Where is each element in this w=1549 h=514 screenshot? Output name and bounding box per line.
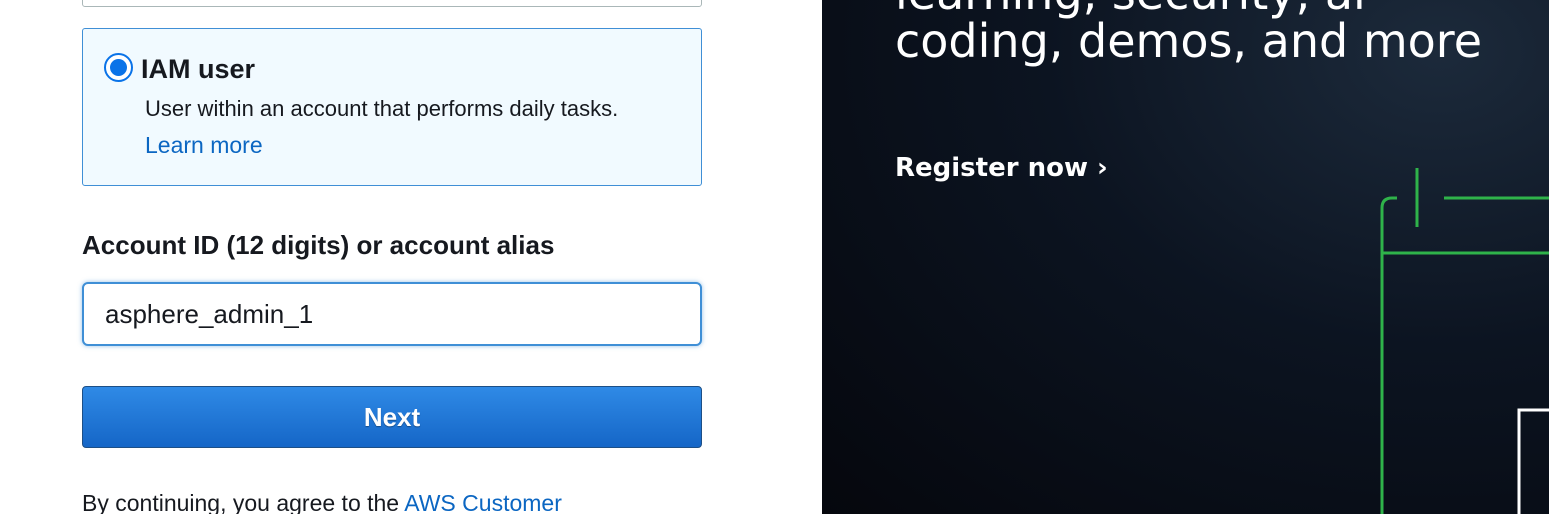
signin-page: IAM user User within an account that per… bbox=[0, 0, 1549, 514]
iam-user-title: IAM user bbox=[141, 54, 256, 84]
terms-prefix: By continuing, you agree to the bbox=[82, 490, 405, 514]
terms-text: By continuing, you agree to the AWS Cust… bbox=[82, 490, 562, 514]
iam-user-description: User within an account that performs dai… bbox=[145, 96, 619, 121]
root-user-option-card[interactable] bbox=[82, 0, 702, 7]
promo-panel: learning, security, ai coding, demos, an… bbox=[822, 0, 1549, 514]
iam-user-radio[interactable] bbox=[104, 53, 133, 82]
radio-selected-dot bbox=[110, 59, 127, 76]
customer-agreement-link[interactable]: AWS Customer bbox=[404, 490, 562, 514]
account-id-label: Account ID (12 digits) or account alias bbox=[82, 230, 555, 260]
iam-user-option-card[interactable]: IAM user User within an account that per… bbox=[82, 28, 702, 186]
account-id-input[interactable] bbox=[82, 282, 702, 346]
learn-more-link[interactable]: Learn more bbox=[145, 132, 263, 159]
signin-form-panel: IAM user User within an account that per… bbox=[0, 0, 822, 514]
next-button[interactable]: Next bbox=[82, 386, 702, 448]
circuit-illustration bbox=[1380, 168, 1549, 514]
